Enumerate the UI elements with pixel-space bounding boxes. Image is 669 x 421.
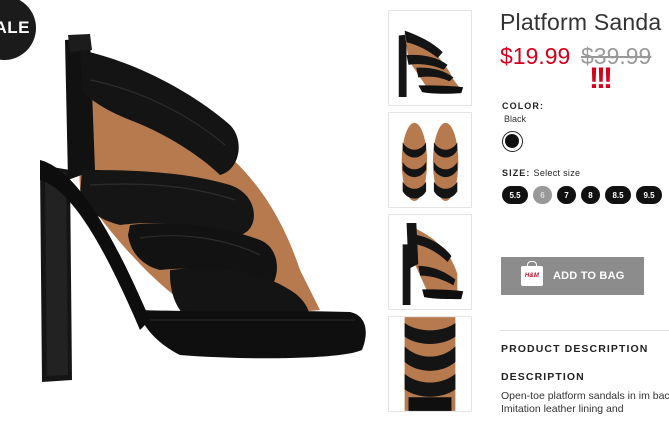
size-option-5-5[interactable]: 5.5 bbox=[502, 186, 528, 204]
size-label: SIZE: bbox=[502, 168, 531, 178]
size-option-9-5[interactable]: 9.5 bbox=[636, 186, 662, 204]
thumbnail-back[interactable] bbox=[388, 214, 472, 310]
bag-icon-logo: H&M bbox=[524, 273, 540, 279]
add-to-bag-button[interactable]: H&M ADD TO BAG bbox=[501, 257, 644, 295]
sale-price: $19.99 bbox=[500, 43, 571, 69]
size-options: 5.5 6 7 8 8.5 9.5 bbox=[502, 186, 662, 204]
shopping-bag-icon: H&M bbox=[521, 261, 543, 286]
size-option-8-5[interactable]: 8.5 bbox=[605, 186, 631, 204]
size-hint: Select size bbox=[533, 168, 581, 178]
section-divider bbox=[500, 330, 669, 331]
size-option-6[interactable]: 6 bbox=[533, 186, 552, 204]
thumbnail-pair[interactable] bbox=[388, 112, 472, 208]
main-product-image[interactable] bbox=[20, 20, 370, 400]
size-option-8[interactable]: 8 bbox=[581, 186, 600, 204]
description-text: Open-toe platform sandals in im back. Im… bbox=[501, 390, 669, 415]
product-description-heading[interactable]: PRODUCT DESCRIPTION bbox=[501, 343, 649, 355]
shoe-illustration bbox=[40, 34, 366, 382]
thumbnail-list bbox=[388, 10, 472, 418]
size-label-row: SIZE: Select size bbox=[502, 168, 580, 178]
color-value: Black bbox=[504, 114, 527, 124]
color-swatch-black[interactable] bbox=[502, 131, 523, 152]
shoe-top-thumbnail-image bbox=[404, 317, 456, 411]
description-heading: DESCRIPTION bbox=[501, 371, 585, 383]
chevron-up-icon[interactable]: ⌃ bbox=[427, 0, 435, 7]
thumbnail-top[interactable] bbox=[388, 316, 472, 412]
product-title: Platform Sanda bbox=[500, 9, 662, 35]
shoe-back-thumbnail-image bbox=[402, 222, 464, 305]
shoe-pair-thumbnail-image bbox=[401, 122, 459, 201]
product-info-panel: Platform Sanda $19.99 $39.99 !!! COLOR: … bbox=[500, 0, 669, 421]
price-emphasis: !!! bbox=[589, 62, 613, 95]
color-label: COLOR: bbox=[502, 101, 545, 111]
add-to-bag-label: ADD TO BAG bbox=[553, 270, 625, 282]
size-option-7[interactable]: 7 bbox=[557, 186, 576, 204]
shoe-side-thumbnail-image bbox=[398, 30, 464, 98]
thumbnail-side[interactable] bbox=[388, 10, 472, 106]
